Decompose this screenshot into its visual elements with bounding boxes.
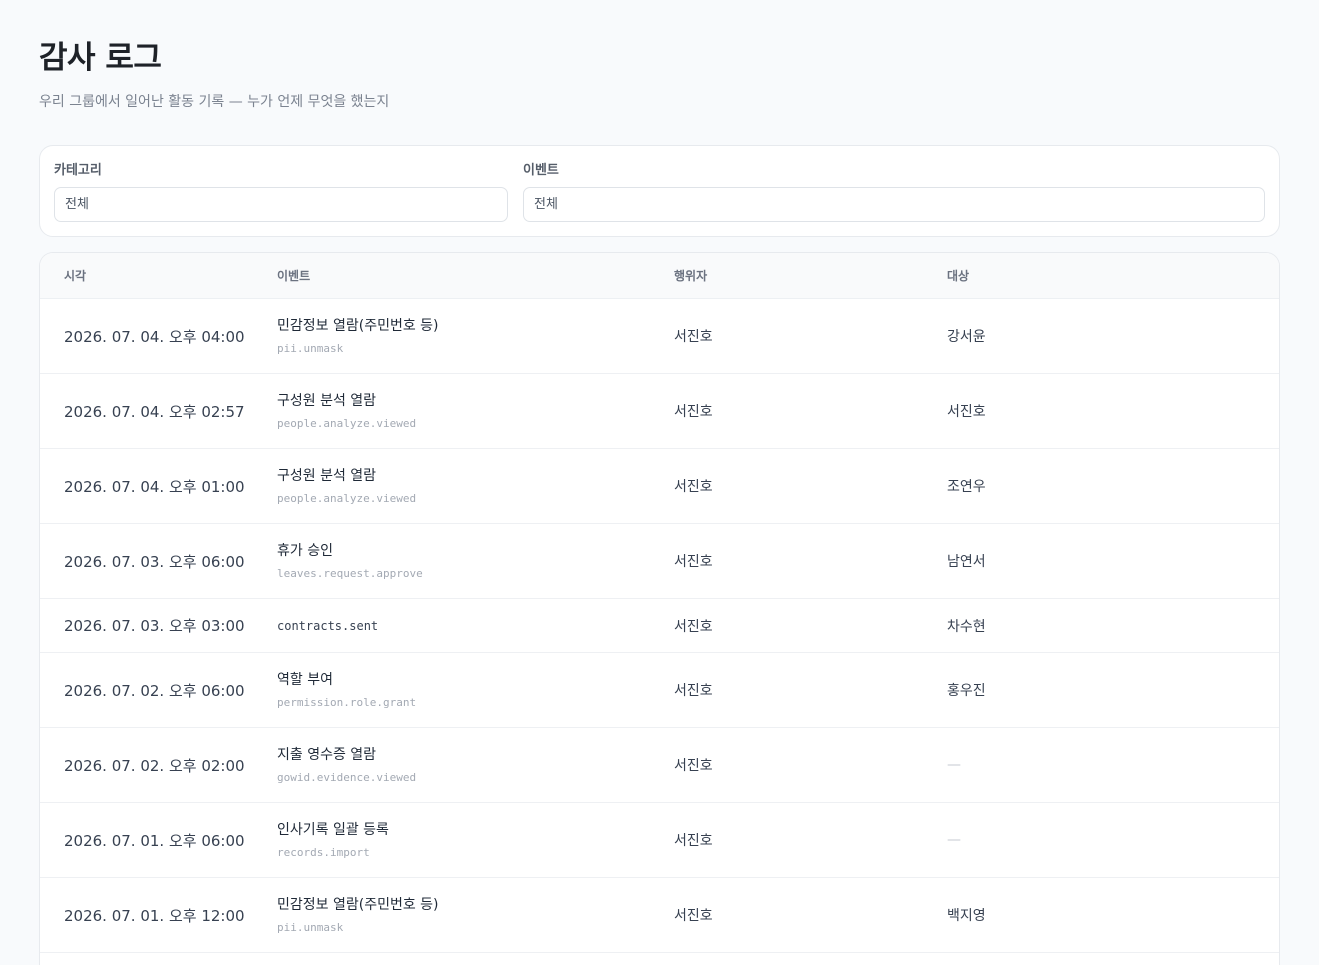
row-target: 서진호: [947, 404, 986, 420]
column-header-time: 시각: [64, 269, 87, 283]
table-header: 시각 이벤트 행위자 대상: [40, 253, 1279, 299]
table-row[interactable]: 2026. 07. 01. 오후 12:00 민감정보 열람(주민번호 등) pii…: [40, 878, 1279, 953]
column-header-target: 대상: [947, 269, 970, 283]
event-code: people.analyze.viewed: [277, 491, 417, 505]
category-filter-label: 카테고리: [54, 163, 102, 178]
event-code: records.import: [277, 845, 370, 859]
audit-log-table: 시각 이벤트 행위자 대상 2026. 07. 04. 오후 04:00 민감정보…: [39, 252, 1280, 965]
table-row[interactable]: 2026. 07. 01. 오후 06:00 인사기록 일괄 등록 records.…: [40, 803, 1279, 878]
filter-panel: 카테고리 전체 이벤트 전체: [39, 145, 1280, 237]
table-row[interactable]: 2026. 07. 03. 오후 03:00 contracts.sent 서진호 차…: [40, 599, 1279, 653]
row-target: 백지영: [947, 908, 986, 924]
row-target: —: [947, 832, 961, 848]
row-actor: 서진호: [674, 554, 713, 570]
row-target: 조연우: [947, 479, 986, 495]
table-row[interactable]: 2026. 07. 02. 오후 02:00 지출 영수증 열람 gowid.evi…: [40, 728, 1279, 803]
table-row[interactable]: 2026. 07. 03. 오후 06:00 휴가 승인 leaves.reques…: [40, 524, 1279, 599]
event-code: contracts.sent: [277, 618, 379, 633]
event-label: 구성원 분석 열람: [277, 467, 377, 484]
event-select[interactable]: 전체: [523, 187, 1265, 222]
event-code: people.analyze.viewed: [277, 416, 417, 430]
page-title: 감사 로그: [39, 40, 162, 76]
row-time: 2026. 07. 01. 오후 06:00: [64, 831, 245, 850]
row-actor: 서진호: [674, 833, 713, 849]
row-actor: 서진호: [674, 329, 713, 345]
event-code: permission.role.grant: [277, 695, 417, 709]
page-subtitle: 우리 그룹에서 일어난 활동 기록 — 누가 언제 무엇을 했는지: [39, 94, 390, 110]
row-time: 2026. 07. 04. 오후 04:00: [64, 327, 245, 346]
column-header-event: 이벤트: [277, 269, 311, 283]
row-event: 구성원 분석 열람 people.analyze.viewed: [277, 466, 674, 507]
row-actor: 서진호: [674, 683, 713, 699]
row-time: 2026. 07. 02. 오후 06:00: [64, 681, 245, 700]
event-code: pii.unmask: [277, 341, 344, 355]
event-label: 민감정보 열람(주민번호 등): [277, 896, 439, 913]
table-body: 2026. 07. 04. 오후 04:00 민감정보 열람(주민번호 등) pii…: [40, 299, 1279, 953]
table-row[interactable]: 2026. 07. 04. 오후 04:00 민감정보 열람(주민번호 등) pii…: [40, 299, 1279, 374]
event-code: leaves.request.approve: [277, 566, 423, 580]
row-time: 2026. 07. 02. 오후 02:00: [64, 756, 245, 775]
row-actor: 서진호: [674, 479, 713, 495]
event-filter-label: 이벤트: [523, 163, 559, 178]
event-filter: 이벤트 전체: [523, 161, 1265, 236]
row-event: 인사기록 일괄 등록 records.import: [277, 820, 674, 861]
row-event: 휴가 승인 leaves.request.approve: [277, 541, 674, 582]
row-target: 차수현: [947, 618, 986, 635]
row-target: 강서윤: [947, 329, 986, 345]
event-label: 역할 부여: [277, 671, 333, 688]
row-event: 구성원 분석 열람 people.analyze.viewed: [277, 391, 674, 432]
event-code: gowid.evidence.viewed: [277, 770, 417, 784]
audit-log-page: 감사 로그 우리 그룹에서 일어난 활동 기록 — 누가 언제 무엇을 했는지 …: [0, 0, 1319, 965]
category-filter: 카테고리 전체: [54, 161, 508, 236]
table-row[interactable]: 2026. 07. 02. 오후 06:00 역할 부여 permission.ro…: [40, 653, 1279, 728]
row-actor: 서진호: [674, 404, 713, 420]
row-actor: 서진호: [674, 908, 713, 924]
event-label: 휴가 승인: [277, 542, 333, 559]
row-actor: 서진호: [674, 618, 713, 635]
category-select[interactable]: 전체: [54, 187, 508, 222]
row-time: 2026. 07. 03. 오후 06:00: [64, 552, 245, 571]
row-time: 2026. 07. 03. 오후 03:00: [64, 617, 245, 635]
event-label: 민감정보 열람(주민번호 등): [277, 317, 439, 334]
event-code: pii.unmask: [277, 920, 344, 934]
row-time: 2026. 07. 04. 오후 01:00: [64, 477, 245, 496]
row-event: 지출 영수증 열람 gowid.evidence.viewed: [277, 745, 674, 786]
row-actor: 서진호: [674, 758, 713, 774]
event-label: 지출 영수증 열람: [277, 746, 377, 763]
row-time: 2026. 07. 04. 오후 02:57: [64, 402, 245, 421]
row-event: 민감정보 열람(주민번호 등) pii.unmask: [277, 895, 674, 936]
row-target: 홍우진: [947, 683, 986, 699]
row-target: —: [947, 757, 961, 773]
column-header-actor: 행위자: [674, 269, 708, 283]
event-label: 인사기록 일괄 등록: [277, 821, 389, 838]
row-event: 민감정보 열람(주민번호 등) pii.unmask: [277, 316, 674, 357]
row-target: 남연서: [947, 554, 986, 570]
row-event: 역할 부여 permission.role.grant: [277, 670, 674, 711]
event-label: 구성원 분석 열람: [277, 392, 377, 409]
row-event: contracts.sent: [277, 618, 674, 634]
row-time: 2026. 07. 01. 오후 12:00: [64, 906, 245, 925]
table-row[interactable]: 2026. 07. 04. 오후 02:57 구성원 분석 열람 people.an…: [40, 374, 1279, 449]
table-row[interactable]: 2026. 07. 04. 오후 01:00 구성원 분석 열람 people.an…: [40, 449, 1279, 524]
